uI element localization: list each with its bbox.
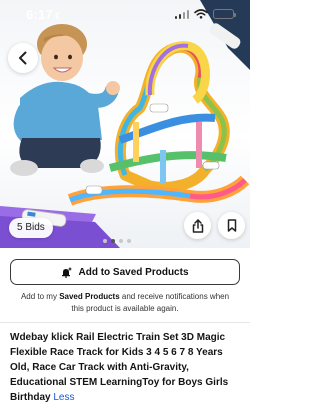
image-carousel-dots[interactable]	[103, 239, 131, 243]
bookmark-button[interactable]	[218, 212, 245, 239]
share-icon	[192, 218, 203, 233]
bids-badge: 5 Bids	[9, 218, 53, 238]
status-icons	[174, 9, 236, 19]
saved-products-note: Add to my Saved Products and receive not…	[20, 291, 230, 315]
bookmark-icon	[227, 219, 236, 232]
note-bold: Saved Products	[59, 292, 120, 301]
product-detail-screen: 6:17 ☾ 5 Bids Add to Saved Products Add …	[0, 0, 250, 408]
wifi-icon	[194, 9, 208, 19]
share-button[interactable]	[184, 212, 211, 239]
signal-icon	[174, 9, 189, 19]
back-button[interactable]	[8, 43, 38, 73]
product-photo-illustration	[0, 0, 250, 248]
carousel-dot[interactable]	[127, 239, 131, 243]
product-title-text: Wdebay klick Rail Electric Train Set 3D …	[10, 332, 229, 403]
status-bar: 6:17 ☾	[0, 0, 250, 28]
less-link[interactable]: Less	[53, 392, 74, 403]
carousel-dot[interactable]	[103, 239, 107, 243]
chevron-left-icon	[19, 51, 27, 65]
bell-plus-icon	[61, 267, 72, 278]
product-title: Wdebay klick Rail Electric Train Set 3D …	[10, 330, 242, 405]
carousel-dot-active[interactable]	[111, 239, 115, 243]
section-divider	[0, 322, 250, 323]
note-prefix: Add to my	[20, 292, 60, 301]
moon-icon: ☾	[54, 10, 64, 21]
add-to-saved-products-button[interactable]: Add to Saved Products	[10, 259, 240, 285]
status-time: 6:17 ☾	[26, 7, 63, 22]
saved-button-label: Add to Saved Products	[78, 266, 189, 278]
product-image[interactable]	[0, 0, 250, 248]
battery-icon	[213, 9, 236, 19]
carousel-dot[interactable]	[119, 239, 123, 243]
status-time-text: 6:17	[26, 6, 53, 22]
